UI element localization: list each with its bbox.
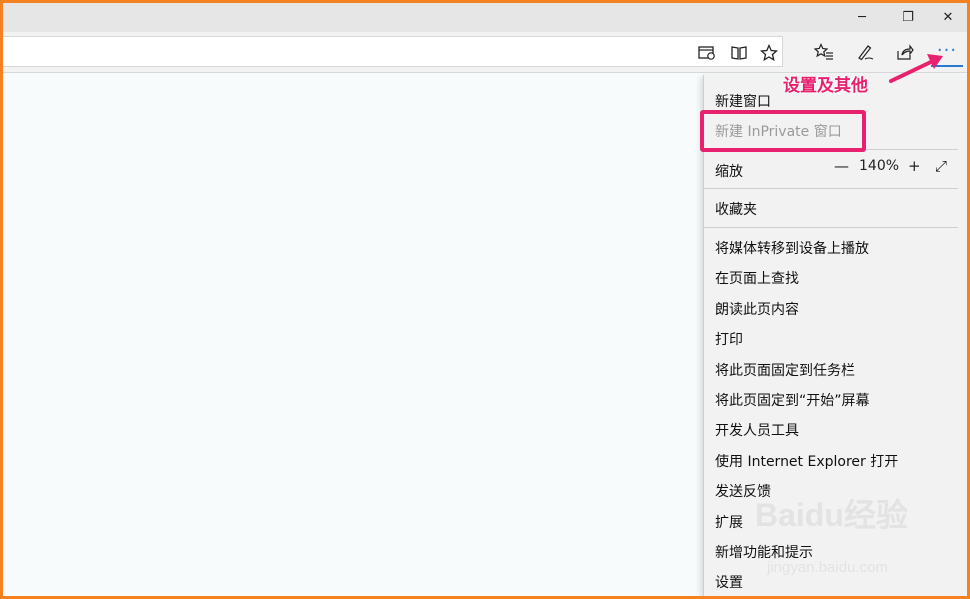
address-bar[interactable] <box>3 36 783 67</box>
title-bar: ─ ❐ ✕ <box>3 3 967 32</box>
book-icon[interactable] <box>723 37 755 68</box>
favorites-list-icon[interactable] <box>808 36 840 67</box>
zoom-in-button[interactable]: + <box>908 157 921 175</box>
zoom-out-button[interactable]: — <box>834 157 849 175</box>
pen-icon[interactable] <box>849 36 881 67</box>
menu-item-open-with-ie[interactable]: 使用 Internet Explorer 打开 <box>715 451 898 471</box>
zoom-level: 140% <box>859 158 900 174</box>
reading-view-icon[interactable] <box>691 37 723 68</box>
menu-item-settings[interactable]: 设置 <box>715 572 743 592</box>
close-button[interactable]: ✕ <box>925 3 967 32</box>
browser-window: ─ ❐ ✕ ··· 新建窗口 新建 InPrivate 窗口 缩放 — 140%… <box>3 3 967 596</box>
minimize-button[interactable]: ─ <box>839 3 885 32</box>
menu-item-read-aloud[interactable]: 朗读此页内容 <box>715 299 799 319</box>
watermark-url: jingyan.baidu.com <box>767 559 888 576</box>
annotation-label: 设置及其他 <box>783 76 868 96</box>
star-icon[interactable] <box>753 37 785 68</box>
menu-item-print[interactable]: 打印 <box>715 329 743 349</box>
watermark-logo: Baidu经验 <box>755 497 908 533</box>
browser-toolbar: ··· <box>3 32 967 73</box>
menu-item-new-window[interactable]: 新建窗口 <box>715 91 771 111</box>
menu-item-developer-tools[interactable]: 开发人员工具 <box>715 420 799 440</box>
menu-item-pin-to-taskbar[interactable]: 将此页面固定到任务栏 <box>715 360 855 380</box>
menu-item-find-on-page[interactable]: 在页面上查找 <box>715 268 799 288</box>
restore-icon: ❐ <box>902 10 914 25</box>
menu-divider <box>704 227 958 228</box>
minimize-icon: ─ <box>858 10 866 25</box>
fullscreen-icon[interactable]: ⤢ <box>935 157 947 175</box>
close-icon: ✕ <box>942 10 954 25</box>
menu-item-zoom: 缩放 <box>715 164 743 180</box>
annotation-arrow-icon <box>889 54 943 83</box>
menu-item-cast-media[interactable]: 将媒体转移到设备上播放 <box>715 238 869 258</box>
menu-divider <box>704 188 958 189</box>
highlight-box <box>700 110 866 152</box>
menu-item-extensions[interactable]: 扩展 <box>715 512 743 532</box>
menu-item-favorites[interactable]: 收藏夹 <box>715 199 757 219</box>
menu-item-pin-to-start[interactable]: 将此页固定到“开始”屏幕 <box>715 390 870 410</box>
